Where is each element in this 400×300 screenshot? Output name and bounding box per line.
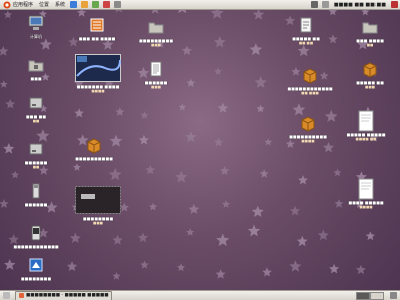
icon-sublabel: ■■■ xyxy=(93,221,103,225)
browser-launcher-icon[interactable] xyxy=(70,1,78,8)
package-icon xyxy=(299,114,317,132)
package-icon-item-4[interactable]: ■■■■■■■■■■ xyxy=(58,136,130,161)
icon-sublabel: ■■■■ ■■ xyxy=(355,137,377,141)
icon-label: ■■■ xyxy=(30,76,42,81)
icon-sublabel: ■■ xyxy=(366,43,374,47)
text-file-icon xyxy=(147,60,165,78)
orange-box-icon xyxy=(88,16,106,34)
package-icon xyxy=(361,60,379,78)
trash-icon[interactable] xyxy=(390,292,397,299)
folder-icon-item-1[interactable]: ■■■■■■■■■ ■■■ xyxy=(120,18,192,47)
folder-icon xyxy=(147,18,165,36)
icon-label: ■■■■■■ xyxy=(24,202,48,207)
menu-applications[interactable]: 应用程序 xyxy=(0,0,36,9)
package-icon xyxy=(301,66,319,84)
clock[interactable]: ■■■■ ■■ ■■:■■ xyxy=(331,0,389,9)
folder-icon xyxy=(27,56,45,74)
mail-launcher-icon[interactable] xyxy=(81,1,89,8)
icon-sublabel: ■■■ xyxy=(151,85,161,89)
menu-applications-label: 应用程序 xyxy=(13,2,34,8)
taskbar-window-label: ■■■■■■■■ - ■■■■■ ■■■■■ xyxy=(26,293,109,298)
text-file-icon-item[interactable]: ■■■■■■ ■■■ xyxy=(120,60,192,89)
drive-icon xyxy=(27,140,45,158)
menu-system[interactable]: 系统 xyxy=(52,0,68,9)
ubuntu-logo-icon xyxy=(3,1,11,9)
document-icon xyxy=(297,16,315,34)
help-launcher-icon[interactable] xyxy=(92,1,100,8)
package-icon-item-2[interactable]: ■■■■■ ■■ ■■■ xyxy=(334,60,400,89)
icon-sublabel: ■■ ■■■ xyxy=(301,91,319,95)
icon-label: ■■■■■■■■■■ xyxy=(75,156,113,161)
workspace-switcher[interactable] xyxy=(356,291,384,300)
icon-label: ■■■■■■■■ xyxy=(20,276,52,281)
tray-area: ■■■■ ■■ ■■:■■ xyxy=(309,0,400,9)
phone-icon xyxy=(27,224,45,242)
drive-icon-item-1[interactable]: ■■■ ■■ ■■ xyxy=(0,94,72,123)
dark-image-item[interactable]: ■■■■■■■■ ■■■ xyxy=(62,186,134,225)
paper-document-icon xyxy=(357,110,375,132)
terminal-launcher-icon[interactable] xyxy=(114,1,122,8)
menu-system-label: 系统 xyxy=(55,2,66,8)
icon-sublabel: ■■■■ xyxy=(301,139,315,143)
document-icon-item-1[interactable]: ■■■■■ ■■ ■■ ■■ xyxy=(270,16,342,45)
icon-sublabel: ■■■ xyxy=(365,85,375,89)
icon-sublabel: ■■■ xyxy=(151,43,161,47)
menu-places[interactable]: 位置 xyxy=(36,0,52,9)
blue-app-icon xyxy=(27,256,45,274)
computer-icon xyxy=(27,14,45,32)
network-icon[interactable] xyxy=(310,1,318,8)
show-desktop-icon[interactable] xyxy=(3,292,10,299)
pdf-icon-item-2[interactable]: ■■■■ ■■■■■ ■■■■ xyxy=(330,178,400,209)
shutdown-icon[interactable] xyxy=(391,1,398,8)
folder-icon-item-2[interactable]: ■■■ ■■■■ ■■ xyxy=(334,18,400,47)
icon-sublabel: ■■■■ xyxy=(91,89,105,93)
workspace-2[interactable] xyxy=(370,291,384,300)
pdf-icon-item-1[interactable]: ■■■■■ ■■■■■ ■■■■ ■■ xyxy=(330,110,400,141)
workspace-1[interactable] xyxy=(356,291,370,300)
desktop[interactable]: 计算机 ■■■ ■■ ■■■■ ■■■■■■■■■ ■■■ ■■■■■ ■■ ■… xyxy=(0,10,400,290)
paper-document-icon xyxy=(357,178,375,200)
blue-app-icon-item[interactable]: ■■■■■■■■ xyxy=(0,256,72,281)
package-icon xyxy=(85,136,103,154)
icon-label: ■■■■■■■■■■■■ xyxy=(13,244,59,249)
taskbar-window-button[interactable]: ■■■■■■■■ - ■■■■■ ■■■■■ xyxy=(15,290,113,300)
menu-places-label: 位置 xyxy=(39,2,50,8)
icon-label: ■■■ ■■ ■■■■ xyxy=(78,36,116,41)
icon-sublabel: ■■ xyxy=(32,165,40,169)
icon-label: 计算机 xyxy=(30,34,42,39)
volume-icon[interactable] xyxy=(321,1,329,8)
bottom-panel: ■■■■■■■■ - ■■■■■ ■■■■■ xyxy=(0,290,400,300)
usb-drive-icon xyxy=(27,182,45,200)
icon-sublabel: ■■ xyxy=(32,119,40,123)
image-thumbnail-icon xyxy=(75,186,121,214)
icon-sublabel: ■■■■ xyxy=(359,205,373,209)
phone-icon-item[interactable]: ■■■■■■■■■■■■ xyxy=(0,224,72,249)
app-launcher-icon[interactable] xyxy=(103,1,111,8)
folder-icon xyxy=(361,18,379,36)
window-app-icon xyxy=(19,293,24,298)
top-panel: 应用程序 位置 系统 ■■■■ ■■ ■■:■■ xyxy=(0,0,400,10)
icon-sublabel: ■■ ■■ xyxy=(298,41,314,45)
screenshot-thumbnail-icon xyxy=(75,54,121,82)
drive-icon xyxy=(27,94,45,112)
